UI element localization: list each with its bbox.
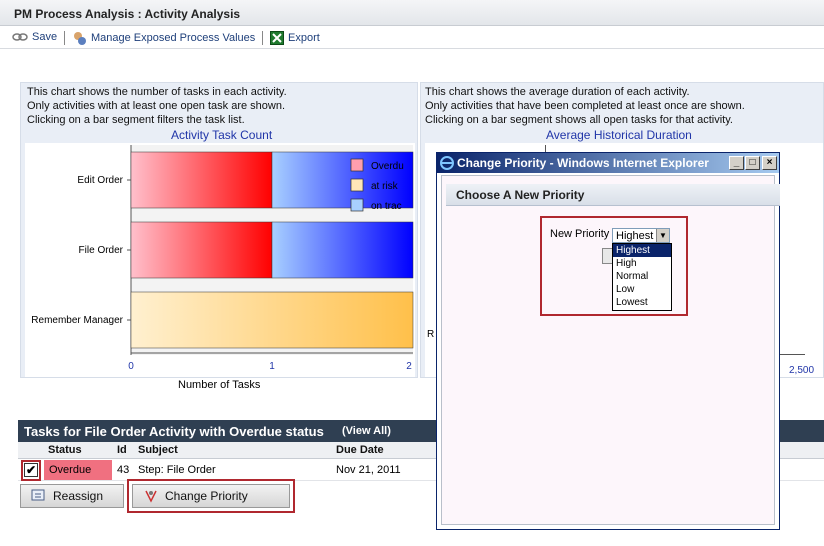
desc-line: This chart shows the average duration of… <box>425 86 690 98</box>
category-label: R <box>427 329 435 340</box>
option-lowest[interactable]: Lowest <box>613 296 671 309</box>
desc-line: This chart shows the number of tasks in … <box>27 86 287 98</box>
link-icon <box>12 33 28 41</box>
category-label: Edit Order <box>77 175 123 186</box>
minimize-icon[interactable]: _ <box>729 156 744 170</box>
page-title: PM Process Analysis : Activity Analysis <box>14 7 241 21</box>
category-label: File Order <box>79 245 124 256</box>
chart-description: This chart shows the average duration of… <box>425 85 745 127</box>
chevron-down-icon[interactable]: ▼ <box>656 229 669 242</box>
x-tick-label: 2 <box>406 361 412 372</box>
desc-line: Clicking on a bar segment shows all open… <box>425 114 733 126</box>
view-all-link[interactable]: (View All) <box>342 425 391 437</box>
window-body: Choose A New Priority New Priority Highe… <box>441 175 780 525</box>
export-label: Export <box>288 32 320 44</box>
highlight-box <box>127 479 295 513</box>
option-normal[interactable]: Normal <box>613 270 671 283</box>
legend-label: Overdu <box>371 161 404 172</box>
x-tick-label: 2,500 <box>789 365 815 376</box>
desc-line: Clicking on a bar segment filters the ta… <box>27 114 245 126</box>
status-badge: Overdue <box>49 464 92 476</box>
ie-icon <box>440 156 454 170</box>
column-header-id[interactable]: Id <box>117 444 127 456</box>
chart-area: Edit Order File Order Remember Manager 0 1 2 O… <box>25 143 415 377</box>
priority-dropdown-list[interactable]: Highest High Normal Low Lowest <box>612 243 672 311</box>
reassign-button[interactable]: Reassign <box>20 484 124 508</box>
toolbar-divider <box>262 31 263 45</box>
category-label: Remember Manager <box>31 315 123 326</box>
save-button[interactable]: Save <box>12 31 57 43</box>
legend-swatch <box>350 198 364 212</box>
legend-swatch <box>350 158 364 172</box>
legend-swatch <box>350 178 364 192</box>
manage-exposed-values-button[interactable]: Manage Exposed Process Values <box>72 31 255 45</box>
reassign-label: Reassign <box>53 489 104 503</box>
activity-task-count-panel: This chart shows the number of tasks in … <box>20 82 418 378</box>
chart-description: This chart shows the number of tasks in … <box>27 85 287 127</box>
bar-overdue[interactable] <box>130 151 273 209</box>
export-button[interactable]: Export <box>270 31 320 45</box>
task-due-date: Nov 21, 2011 <box>336 464 401 476</box>
x-tick-label: 1 <box>269 361 275 372</box>
user-settings-icon <box>74 32 86 45</box>
toolbar-divider <box>64 31 65 45</box>
column-header-subject[interactable]: Subject <box>138 444 178 456</box>
reassign-icon <box>31 489 45 501</box>
excel-icon <box>270 31 284 45</box>
option-highest[interactable]: Highest <box>613 244 671 257</box>
option-low[interactable]: Low <box>613 283 671 296</box>
chart-title: Average Historical Duration <box>546 128 692 142</box>
x-tick-label: 0 <box>128 361 134 372</box>
section-title: Choose A New Priority <box>456 188 585 202</box>
option-high[interactable]: High <box>613 257 671 270</box>
legend-label: on trac <box>371 201 402 212</box>
desc-line: Only activities with at least one open t… <box>27 100 286 112</box>
priority-label: New Priority <box>550 228 610 240</box>
bar-on-track[interactable] <box>271 221 414 279</box>
window-title-bar[interactable]: Change Priority - Windows Internet Explo… <box>437 153 779 173</box>
grid-title: Tasks for File Order Activity with Overd… <box>24 424 324 439</box>
save-label: Save <box>32 31 58 43</box>
window-title: Change Priority - Windows Internet Explo… <box>457 156 709 170</box>
x-axis-label: Number of Tasks <box>178 379 261 391</box>
toolbar: Save Manage Exposed Process Values Expor… <box>0 27 824 49</box>
app-title-bar: PM Process Analysis : Activity Analysis <box>0 0 824 26</box>
legend-label: at risk <box>371 181 399 192</box>
close-icon[interactable]: × <box>762 156 777 170</box>
selected-value: Highest <box>616 230 654 242</box>
bar-overdue[interactable] <box>130 221 273 279</box>
desc-line: Only activities that have been completed… <box>425 100 745 112</box>
task-count-chart: Edit Order File Order Remember Manager 0 1 2 O… <box>31 145 414 372</box>
task-id: 43 <box>117 464 130 476</box>
section-header: Choose A New Priority <box>446 184 780 206</box>
column-header-status[interactable]: Status <box>48 444 82 456</box>
task-subject[interactable]: Step: File Order <box>138 464 216 476</box>
highlight-box <box>21 460 41 481</box>
manage-label: Manage Exposed Process Values <box>91 32 256 44</box>
column-header-due-date[interactable]: Due Date <box>336 444 384 456</box>
chart-title: Activity Task Count <box>171 128 273 142</box>
change-priority-window: Change Priority - Windows Internet Explo… <box>436 152 780 530</box>
priority-select[interactable]: Highest ▼ <box>612 228 670 243</box>
bar-at-risk[interactable] <box>130 291 414 349</box>
maximize-icon[interactable]: □ <box>745 156 760 170</box>
